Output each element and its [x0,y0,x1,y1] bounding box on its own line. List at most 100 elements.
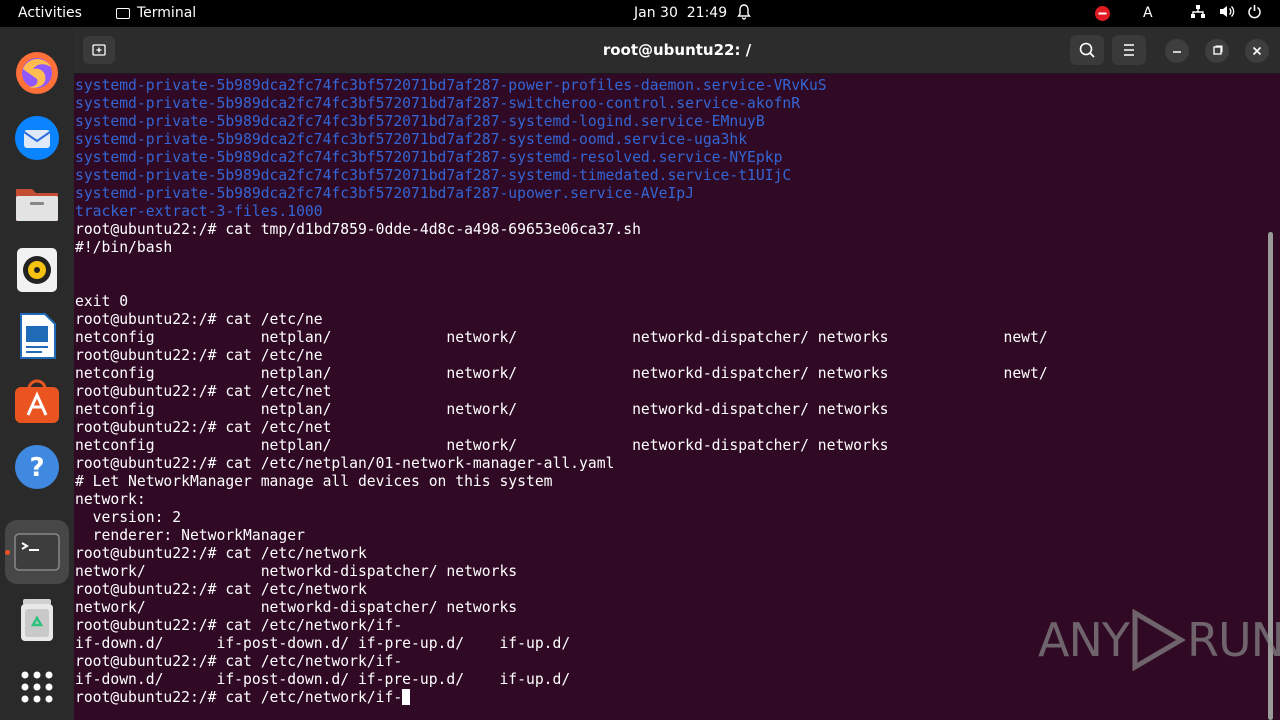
dock: ? [0,27,74,720]
terminal-line: systemd-private-5b989dca2fc74fc3bf572071… [75,95,1048,113]
terminal-line-text: # Let NetworkManager manage all devices … [75,473,553,490]
terminal-line: #!/bin/bash [75,239,1048,257]
terminal-line: root@ubuntu22:/# cat /etc/network/if- [75,689,1048,707]
firefox-icon[interactable] [13,49,61,97]
terminal-line: network/ networkd-dispatcher/ networks [75,563,1048,581]
terminal-line-text: systemd-private-5b989dca2fc74fc3bf572071… [75,185,694,202]
terminal-line-text: network/ networkd-dispatcher/ networks [75,563,518,580]
terminal-line: systemd-private-5b989dca2fc74fc3bf572071… [75,113,1048,131]
terminal-line: version: 2 [75,509,1048,527]
terminal-line-text: systemd-private-5b989dca2fc74fc3bf572071… [75,131,748,148]
network-wired-icon[interactable] [1190,0,1206,27]
trash-icon[interactable] [13,595,61,643]
terminal-line: # Let NetworkManager manage all devices … [75,473,1048,491]
terminal-line-text: #!/bin/bash [75,239,173,256]
notification-bell-icon[interactable] [737,0,751,27]
terminal-icon [14,533,60,571]
watermark-text-right: RUN [1186,613,1280,667]
terminal-line-text: tracker-extract-3-files.1000 [75,203,323,220]
terminal-line: netconfig netplan/ network/ networkd-dis… [75,401,1048,419]
terminal-line-text: root@ubuntu22:/# cat /etc/network/if- [75,617,403,634]
terminal-line: systemd-private-5b989dca2fc74fc3bf572071… [75,167,1048,185]
clock-time: 21:49 [686,5,728,21]
input-source-indicator[interactable]: A [1143,0,1153,27]
top-bar: Activities Terminal Jan 30 21:49 A [0,0,1280,27]
terminal-line: root@ubuntu22:/# cat tmp/d1bd7859-0dde-4… [75,221,1048,239]
terminal-line: root@ubuntu22:/# cat /etc/network/if- [75,653,1048,671]
terminal-dock-highlight[interactable] [5,520,69,584]
rhythmbox-icon[interactable] [13,246,61,294]
terminal-line: root@ubuntu22:/# cat /etc/network [75,545,1048,563]
minimize-button[interactable] [1165,39,1189,63]
terminal-line-text: renderer: NetworkManager [75,527,305,544]
terminal-line-text: netconfig netplan/ network/ networkd-dis… [75,329,1048,346]
terminal-line-text: root@ubuntu22:/# cat /etc/network [75,545,367,562]
terminal-line-text: root@ubuntu22:/# cat /etc/net [75,419,332,436]
terminal-line: root@ubuntu22:/# cat /etc/net [75,419,1048,437]
app-menu-terminal[interactable]: Terminal [116,0,196,27]
terminal-line-text: network: [75,491,146,508]
watermark-text-left: ANY [1038,613,1130,667]
terminal-line: tracker-extract-3-files.1000 [75,203,1048,221]
menu-button[interactable] [1112,35,1146,65]
play-triangle-icon [1132,609,1186,671]
terminal-line-text: root@ubuntu22:/# cat /etc/network/if- [75,653,403,670]
terminal-line-text: if-down.d/ if-post-down.d/ if-pre-up.d/ … [75,671,571,688]
terminal-line: root@ubuntu22:/# cat /etc/ne [75,311,1048,329]
terminal-line-text: systemd-private-5b989dca2fc74fc3bf572071… [75,77,827,94]
libreoffice-writer-icon[interactable] [13,312,61,360]
app-center-icon[interactable] [13,377,61,425]
terminal-line-text: netconfig netplan/ network/ networkd-dis… [75,401,889,418]
anyrun-watermark-logo: ANY RUN [1038,605,1280,675]
restore-icon [1213,45,1223,55]
terminal-line: systemd-private-5b989dca2fc74fc3bf572071… [75,149,1048,167]
terminal-line: root@ubuntu22:/# cat /etc/net [75,383,1048,401]
terminal-line: netconfig netplan/ network/ networkd-dis… [75,329,1048,347]
terminal-line-text: root@ubuntu22:/# cat /etc/ne [75,347,323,364]
clock[interactable]: Jan 30 21:49 [634,0,727,27]
title-bar[interactable]: root@ubuntu22: / [74,27,1280,74]
new-tab-button[interactable] [83,36,115,64]
terminal-line: root@ubuntu22:/# cat /etc/network [75,581,1048,599]
terminal-line: systemd-private-5b989dca2fc74fc3bf572071… [75,131,1048,149]
terminal-line-text: root@ubuntu22:/# cat /etc/net [75,383,332,400]
maximize-button[interactable] [1205,39,1229,63]
terminal-line: network/ networkd-dispatcher/ networks [75,599,1048,617]
volume-icon[interactable] [1219,0,1235,27]
terminal-line-text: network/ networkd-dispatcher/ networks [75,599,518,616]
minimize-icon [1173,51,1181,53]
help-icon[interactable]: ? [13,443,61,491]
files-icon[interactable] [13,180,61,228]
search-button[interactable] [1070,35,1104,65]
text-cursor [402,689,411,705]
app-menu-label: Terminal [137,5,197,21]
power-icon[interactable] [1247,0,1262,27]
terminal-line: exit 0 [75,293,1048,311]
close-icon [1252,46,1262,56]
close-button[interactable] [1245,39,1269,63]
terminal-line-text: root@ubuntu22:/# cat /etc/netplan/01-net… [75,455,615,472]
terminal-line-text: systemd-private-5b989dca2fc74fc3bf572071… [75,167,792,184]
hamburger-icon [1124,44,1134,56]
terminal-line-text: systemd-private-5b989dca2fc74fc3bf572071… [75,149,783,166]
terminal-line-text: if-down.d/ if-post-down.d/ if-pre-up.d/ … [75,635,571,652]
terminal-line: root@ubuntu22:/# cat /etc/ne [75,347,1048,365]
terminal-app-icon [116,8,130,19]
terminal-line: renderer: NetworkManager [75,527,1048,545]
terminal-line: if-down.d/ if-post-down.d/ if-pre-up.d/ … [75,671,1048,689]
terminal-line: root@ubuntu22:/# cat /etc/netplan/01-net… [75,455,1048,473]
thunderbird-icon[interactable] [13,114,61,162]
terminal-line-text: netconfig netplan/ network/ networkd-dis… [75,365,1048,382]
terminal-line: if-down.d/ if-post-down.d/ if-pre-up.d/ … [75,635,1048,653]
terminal-line-text: root@ubuntu22:/# cat /etc/network [75,581,367,598]
activities-button[interactable]: Activities [18,0,82,27]
terminal-line-text: root@ubuntu22:/# cat /etc/network/if- [75,689,403,706]
show-apps-icon[interactable] [13,663,61,711]
do-not-disturb-icon[interactable] [1095,6,1110,21]
terminal-line-text: root@ubuntu22:/# cat tmp/d1bd7859-0dde-4… [75,221,641,238]
terminal-line-text: systemd-private-5b989dca2fc74fc3bf572071… [75,113,765,130]
terminal-line: systemd-private-5b989dca2fc74fc3bf572071… [75,77,1048,95]
terminal-line: network: [75,491,1048,509]
